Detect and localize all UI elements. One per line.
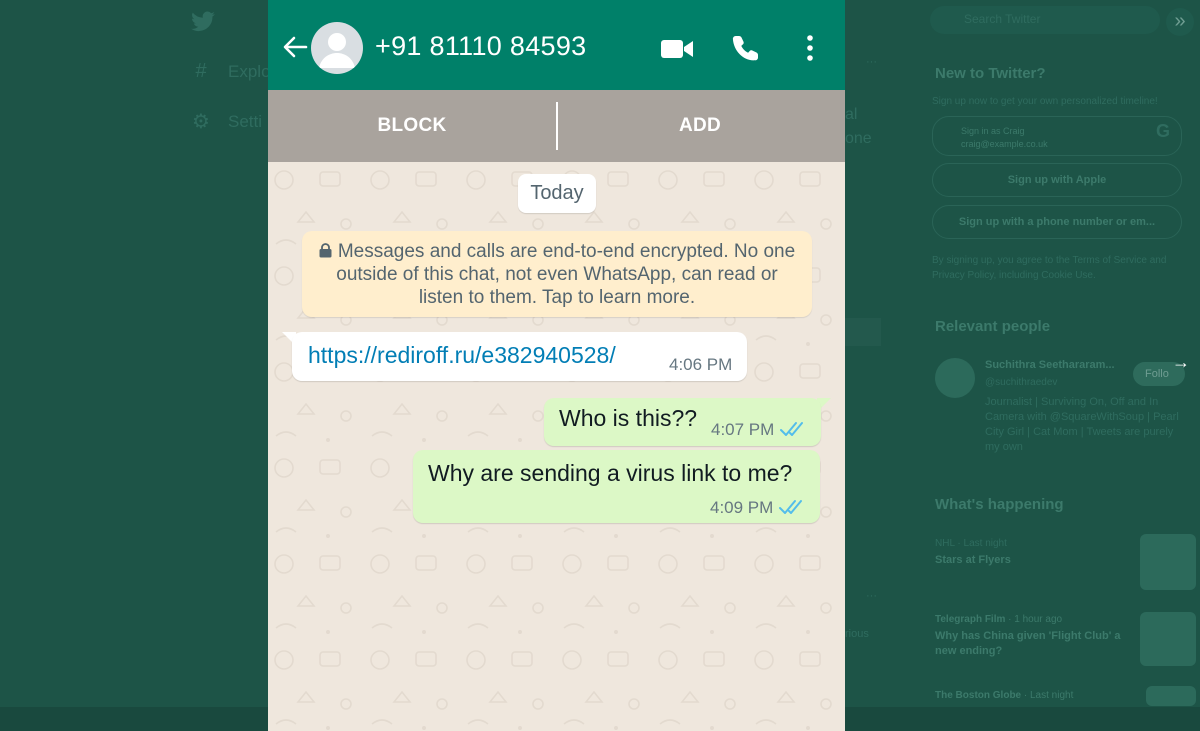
google-account-email: craig@example.co.uk [961,139,1048,149]
lock-icon [319,243,332,258]
message-link[interactable]: https://rediroff.ru/e382940528/ [308,342,616,369]
trend-thumbnail [1140,534,1196,590]
nav-label-settings: Setti [228,111,263,131]
person-handle: @suchithraedev [985,377,1058,388]
trend-source-name: The Boston Globe [935,690,1022,701]
gear-icon: ⚙ [192,111,210,133]
apple-signup-label: Sign up with Apple [1007,174,1107,186]
back-arrow-icon[interactable] [280,32,310,62]
trend-source: Telegraph Film · 1 hour ago [935,612,1062,627]
read-receipt-icon [780,422,803,436]
new-to-twitter-title: New to Twitter? [935,65,1046,82]
trend-source: The Boston Globe · Last night [935,688,1073,703]
whats-happening-title: What's happening [935,496,1064,513]
google-icon: G [1156,121,1171,141]
chat-header: +91 81110 84593 [268,0,845,90]
twitter-search-input[interactable]: Search Twitter [930,6,1160,34]
trend-thumbnail [1146,686,1196,706]
trend-source-time: · 1 hour ago [1008,614,1063,625]
center-text-fragment: rious [845,628,869,640]
outgoing-message-bubble[interactable]: Who is this?? 4:07 PM [544,398,821,446]
center-text-fragment: al [845,106,858,123]
message-time: 4:09 PM [710,498,774,517]
apple-signup-button[interactable]: Sign up with Apple [932,163,1182,197]
trend-source-name: Telegraph Film [935,614,1006,625]
google-signin-button[interactable]: Sign in as Craig craig@example.co.uk [932,116,1182,156]
block-button[interactable]: BLOCK [268,90,556,162]
chat-area[interactable]: Today Messages and calls are end-to-end … [268,162,845,731]
more-options-icon[interactable] [803,33,817,63]
outgoing-message-bubble[interactable]: Why are sending a virus link to me? 4:09… [413,450,820,523]
message-text: Who is this?? [559,405,698,431]
center-text-fragment: one [845,130,872,147]
voice-call-icon[interactable] [731,33,761,63]
contact-name[interactable]: +91 81110 84593 [375,31,586,62]
google-account-name: Sign in as Craig [961,126,1025,136]
phone-signup-label: Sign up with a phone number or em... [958,216,1156,228]
hashtag-icon: # [195,60,207,82]
signup-terms: By signing up, you agree to the Terms of… [932,255,1167,281]
phone-signup-button[interactable]: Sign up with a phone number or em... [932,205,1182,239]
expand-chevron-icon[interactable]: » [1166,8,1194,36]
nav-item-settings[interactable]: ⚙ Setti [190,109,262,134]
date-chip: Today [518,174,596,213]
twitter-logo-icon [191,11,215,32]
encryption-notice[interactable]: Messages and calls are end-to-end encryp… [302,231,812,317]
default-avatar-icon [319,33,355,68]
center-block [845,318,881,346]
unknown-contact-actions: BLOCK ADD [268,90,845,162]
message-time: 4:07 PM [711,420,775,439]
incoming-message-bubble[interactable]: https://rediroff.ru/e382940528/ 4:06 PM [292,332,747,381]
avatar[interactable] [935,358,975,398]
whatsapp-chat-screen: +91 81110 84593 BLOCK ADD Today Messages… [268,0,845,731]
more-dots-icon: ··· [866,590,877,602]
nav-item-explore[interactable]: # Explo [190,60,271,83]
relevant-people-title: Relevant people [935,318,1051,335]
twitter-sidebar: # Explo ⚙ Setti [0,0,271,731]
avatar[interactable] [311,22,363,74]
message-time: 4:06 PM [669,355,733,374]
person-name: Suchithra Seethararam... [985,359,1115,371]
search-placeholder: Search Twitter [964,12,1041,26]
follow-label: Follo [1145,368,1169,380]
trend-title[interactable]: Why has China given 'Flight Club' a new … [935,629,1135,659]
message-text: Why are sending a virus link to me? [428,460,793,486]
trend-meta: NHL · Last night [935,538,1007,549]
trend-title[interactable]: Stars at Flyers [935,553,1011,568]
add-contact-button[interactable]: ADD [556,90,844,162]
encryption-text: Messages and calls are end-to-end encryp… [336,241,796,308]
more-dots-icon: ··· [866,56,877,68]
new-to-twitter-subtitle: Sign up now to get your own personalized… [932,96,1158,107]
trend-source-time: · Last night [1023,690,1074,701]
nav-label-explore: Explo [228,61,271,81]
trend-thumbnail [1140,612,1196,666]
read-receipt-icon [779,500,802,514]
video-call-icon[interactable] [660,37,694,61]
person-bio: Journalist | Surviving On, Off and In Ca… [985,396,1179,453]
arrow-right-icon[interactable]: → [1172,352,1190,373]
